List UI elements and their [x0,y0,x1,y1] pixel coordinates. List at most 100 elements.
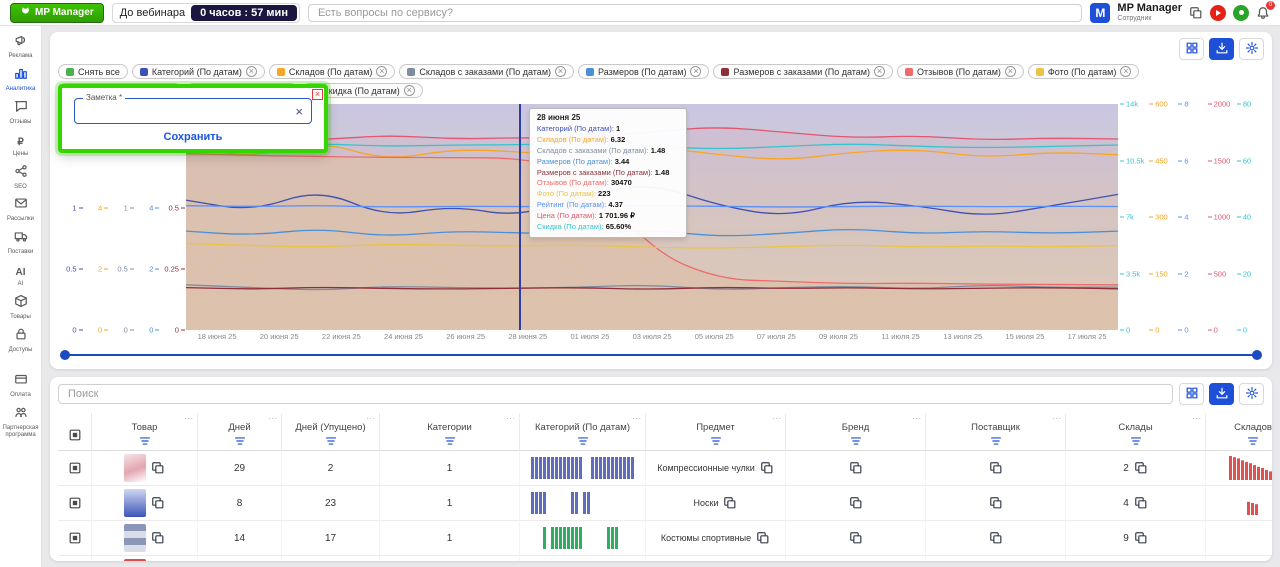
sidebar-item-supplies[interactable]: Поставки [1,227,41,258]
chip-remove-icon[interactable]: × [404,85,415,96]
column-header[interactable]: ...Предмет [646,413,786,451]
note-input[interactable] [83,106,295,117]
copy-icon[interactable] [849,531,863,545]
settings-button[interactable] [1239,38,1264,60]
download-button[interactable] [1209,38,1234,60]
copy-icon[interactable] [760,461,774,475]
slider-handle-start[interactable] [60,350,70,360]
chip-remove-icon[interactable]: × [874,66,885,77]
chip-remove-icon[interactable]: × [690,66,701,77]
columns-button[interactable] [1179,38,1204,60]
date-range-slider[interactable] [60,347,1262,363]
metric-chip[interactable]: Складов (По датам)× [269,64,396,79]
column-menu-icon[interactable]: ... [772,412,782,421]
filter-icon[interactable] [324,434,338,448]
copy-icon[interactable] [849,496,863,510]
metric-chip[interactable]: Отзывов (По датам)× [897,64,1024,79]
column-menu-icon[interactable]: ... [184,412,194,421]
modal-close-icon[interactable]: × [312,89,323,100]
service-question-input[interactable] [308,4,1082,22]
column-header[interactable]: ...Товар [92,413,198,451]
chip-remove-icon[interactable]: × [376,66,387,77]
clear-input-icon[interactable]: × [295,105,303,118]
sidebar-item-mail[interactable]: Рассылки [1,194,41,225]
row-checkbox[interactable] [68,461,82,475]
slider-handle-end[interactable] [1252,350,1262,360]
sidebar-item-payment[interactable]: Оплата [1,370,41,401]
sidebar-item-prices[interactable]: ₽Цены [1,130,41,160]
copy-icon[interactable] [723,496,737,510]
grid-icon [1185,41,1199,58]
copy-icon[interactable] [1134,531,1148,545]
copy-icon[interactable] [989,461,1003,475]
note-field[interactable]: Заметка * × [74,98,312,124]
youtube-icon[interactable] [1210,5,1226,21]
metric-chip[interactable]: Складов с заказами (По датам)× [399,64,574,79]
column-header[interactable]: ...Бренд [786,413,926,451]
row-checkbox[interactable] [68,531,82,545]
notifications-bell[interactable]: 0 [1256,6,1270,20]
chip-remove-icon[interactable]: × [1005,66,1016,77]
column-header[interactable]: ...Поставщик [926,413,1066,451]
copy-icon[interactable] [151,461,165,475]
chip-remove-icon[interactable]: × [246,66,257,77]
column-menu-icon[interactable]: ... [632,412,642,421]
column-menu-icon[interactable]: ... [268,412,278,421]
filter-icon[interactable] [849,434,863,448]
filter-icon[interactable] [1129,434,1143,448]
table-search-input[interactable] [58,384,1173,404]
column-header[interactable]: ...Категорий (По датам) [520,413,646,451]
copy-icon[interactable] [1134,461,1148,475]
sidebar-item-access[interactable]: Доступы [1,325,41,356]
copy-icon[interactable] [989,496,1003,510]
column-header[interactable]: ...Склады [1066,413,1206,451]
community-icon[interactable] [1233,5,1249,21]
metric-chip[interactable]: Фото (По датам)× [1028,64,1139,79]
filter-icon[interactable] [138,434,152,448]
sidebar-item-ai[interactable]: AIAI [1,260,41,290]
chip-remove-icon[interactable]: × [1120,66,1131,77]
copy-icon[interactable] [1134,496,1148,510]
filter-icon[interactable] [709,434,723,448]
sidebar-item-partner[interactable]: Партнерская программа [1,403,41,441]
column-header[interactable]: ...Складов [1206,413,1272,451]
column-header[interactable]: ...Дней [198,413,282,451]
filter-icon[interactable] [443,434,457,448]
table-settings-button[interactable] [1239,383,1264,405]
column-menu-icon[interactable]: ... [506,412,516,421]
column-menu-icon[interactable]: ... [1052,412,1062,421]
column-header-select[interactable] [58,413,92,451]
metric-chip[interactable]: Размеров (По датам)× [578,64,709,79]
filter-icon[interactable] [1246,434,1260,448]
select-all-checkbox[interactable] [68,428,82,442]
column-menu-icon[interactable]: ... [366,412,376,421]
row-checkbox[interactable] [68,496,82,510]
table-columns-button[interactable] [1179,383,1204,405]
chip-remove-icon[interactable]: × [555,66,566,77]
sidebar-item-ads[interactable]: Реклама [1,31,41,62]
sidebar-item-reviews[interactable]: Отзывы [1,97,41,128]
column-header[interactable]: ...Дней (Упущено) [282,413,380,451]
column-menu-icon[interactable]: ... [912,412,922,421]
avatar[interactable]: M [1090,3,1110,23]
table-download-button[interactable] [1209,383,1234,405]
copy-icon[interactable] [756,531,770,545]
sidebar-item-analytics[interactable]: Аналитика [1,64,41,95]
save-note-button[interactable]: Сохранить [164,131,223,143]
filter-icon[interactable] [233,434,247,448]
column-header[interactable]: ...Категории [380,413,520,451]
filter-icon[interactable] [576,434,590,448]
sidebar-item-goods[interactable]: Товары [1,292,41,323]
sidebar-item-seo[interactable]: SEO [1,162,41,193]
clear-all-chip[interactable]: Снять все [58,64,128,79]
metric-chip[interactable]: Размеров с заказами (По датам)× [713,64,892,79]
column-menu-icon[interactable]: ... [1192,412,1202,421]
copy-icon[interactable] [849,461,863,475]
filter-icon[interactable] [989,434,1003,448]
copy-icon[interactable] [151,531,165,545]
logo-button[interactable]: MP Manager [10,3,104,23]
metric-chip[interactable]: Категорий (По датам)× [132,64,265,79]
copy-icon[interactable] [151,496,165,510]
copy-icon[interactable] [989,531,1003,545]
copy-icon[interactable] [1189,6,1203,20]
